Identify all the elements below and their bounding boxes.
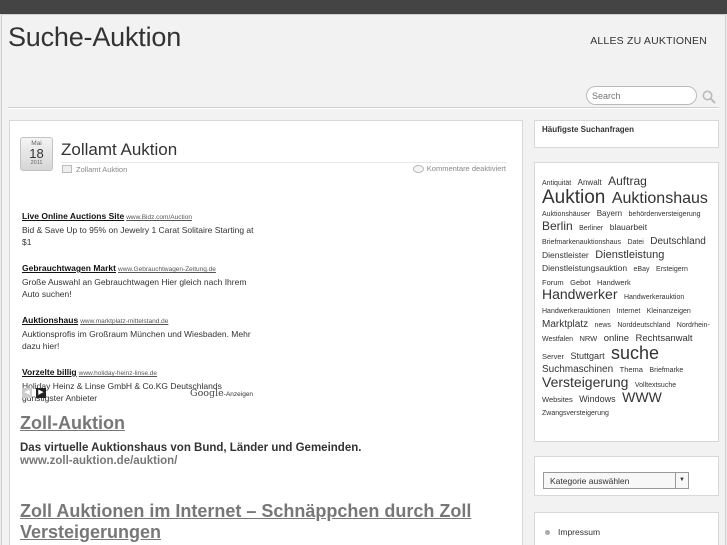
comments-status: Kommentare deaktiviert (426, 164, 506, 173)
ad-url-link[interactable]: www.holiday-heinz-linse.de (79, 370, 157, 377)
widget-searches: Häufigste Suchanfragen (534, 120, 719, 148)
bullet-icon (545, 529, 550, 535)
tag-link[interactable]: news (595, 322, 611, 329)
tag-link[interactable]: Handwerkerauktionen (542, 308, 610, 315)
tag-cloud: Antiquität Anwalt Auftrag Auktion Auktio… (542, 175, 714, 419)
tag-link[interactable]: Auktionshaus (612, 190, 708, 207)
tag-link[interactable]: Auftrag (608, 174, 647, 188)
chevron-right-icon[interactable]: ▶ (36, 388, 46, 398)
ad-url-link[interactable]: www.Bidz.com/Auction (126, 214, 192, 221)
tag-link[interactable]: Internet (617, 308, 641, 315)
ad-url-link[interactable]: www.Gebrauchtwagen-Zeitung.de (118, 266, 216, 273)
ad-title-link[interactable]: Live Online Auctions Site (22, 211, 124, 221)
chevron-left-icon[interactable]: ◀ (22, 388, 32, 398)
ad-attribution[interactable]: Google-Anzeigen (190, 388, 253, 399)
ad-item: Auktionshaus www.marktplatz-mittelstand.d… (22, 310, 262, 352)
tag-link[interactable]: blauarbeit (610, 222, 647, 232)
category-select[interactable]: Kategorie auswählen ▼ (543, 472, 689, 489)
category-select-value: Kategorie auswählen (550, 476, 630, 486)
category-link[interactable]: Zollamt Auktion (76, 165, 127, 174)
ad-text: Bid & Save Up to 95% on Jewelry 1 Carat … (22, 225, 254, 247)
date-year: 2011 (30, 160, 43, 166)
tag-link[interactable]: Websites (542, 395, 573, 404)
tag-link[interactable]: Norddeutschland (617, 322, 670, 329)
tag-link[interactable]: Stuttgart (571, 351, 605, 361)
tag-link[interactable]: NRW (579, 334, 597, 343)
tag-link[interactable]: Volltextsuche (635, 382, 676, 389)
tag-link[interactable]: eBay (634, 266, 650, 273)
tag-link[interactable]: Deutschland (650, 236, 706, 247)
main-content: Mai 18 2011 Zollamt Auktion Zollamt Aukt… (9, 120, 523, 545)
tag-link[interactable]: Dienstleister (542, 250, 589, 260)
ad-suffix: -Anzeigen (223, 391, 254, 398)
post-category: Zollamt Auktion (62, 164, 127, 174)
tag-link[interactable]: Thema (620, 365, 643, 374)
tag-link[interactable]: Auktionshäuser (542, 211, 590, 218)
article-url: www.zoll-auktion.de/auktion/ (20, 455, 178, 467)
tag-link[interactable]: Dienstleistung (595, 249, 664, 261)
tag-link[interactable]: Versteigerung (542, 374, 628, 390)
nav-link-alles-zu-auktionen[interactable]: ALLES ZU AUKTIONEN (590, 35, 707, 47)
tag-link[interactable]: Windows (579, 394, 616, 404)
tag-link[interactable]: Zwangsversteigerung (542, 410, 609, 417)
page-link-impressum[interactable]: Impressum (558, 527, 600, 537)
ad-text: Auktionsprofis im Großraum München und W… (22, 329, 251, 351)
ad-url-link[interactable]: www.marktplatz-mittelstand.de (80, 318, 168, 325)
tag-link[interactable]: WWW (622, 389, 662, 405)
tag-link[interactable]: Datei (627, 239, 643, 246)
tag-link[interactable]: Briefmarkenauktionshaus (542, 239, 621, 246)
tag-link[interactable]: Berliner (579, 225, 603, 232)
search-icon[interactable] (702, 90, 716, 104)
post-title[interactable]: Zollamt Auktion (61, 140, 177, 160)
date-badge: Mai 18 2011 (20, 137, 53, 171)
title-rule (61, 162, 507, 163)
site-title[interactable]: Suche-Auktion (8, 22, 181, 53)
widget-tag-cloud: Antiquität Anwalt Auftrag Auktion Auktio… (534, 162, 719, 442)
tag-link[interactable]: Briefmarke (649, 367, 683, 374)
ad-pager: ◀ ▶ (22, 388, 50, 398)
tag-link[interactable]: Dienstleistungsauktion (542, 263, 627, 273)
date-day: 18 (29, 146, 44, 161)
top-bar (0, 0, 727, 14)
ad-text: Große Auswahl an Gebrauchtwagen Hier gle… (22, 277, 247, 299)
ad-title-link[interactable]: Auktionshaus (22, 315, 78, 325)
tag-link[interactable]: Bayern (597, 209, 622, 218)
tag-link[interactable]: Antiquität (542, 180, 571, 187)
tag-link[interactable]: behördenversteigerung (629, 211, 701, 218)
article-heading-zoll-auktion[interactable]: Zoll-Auktion (20, 413, 125, 434)
article-description: Das virtuelle Auktionshaus von Bund, Län… (20, 442, 362, 454)
widget-title-searches: Häufigste Suchanfragen (542, 125, 635, 134)
ad-block: Live Online Auctions Site www.Bidz.com/Au… (22, 206, 262, 414)
tag-link[interactable]: suche (611, 343, 659, 363)
folder-icon (62, 165, 72, 173)
post-comments: Kommentare deaktiviert (412, 164, 506, 173)
widget-categories: Kategorie auswählen ▼ (534, 456, 719, 496)
tag-link[interactable]: Anwalt (578, 178, 602, 187)
widget-pages: Impressum (534, 512, 719, 545)
tag-link[interactable]: Handwerker (542, 286, 617, 302)
ad-title-link[interactable]: Vorzelte billig (22, 367, 77, 377)
ad-item: Live Online Auctions Site www.Bidz.com/Au… (22, 206, 262, 248)
tag-link[interactable]: Server (542, 352, 564, 361)
tag-link[interactable]: Ersteigern (656, 266, 688, 273)
header-divider (8, 107, 719, 109)
ad-title-link[interactable]: Gebrauchtwagen Markt (22, 263, 116, 273)
chevron-down-icon[interactable]: ▼ (675, 473, 688, 488)
comment-icon (412, 164, 424, 173)
ad-brand: Google (190, 388, 224, 399)
tag-link[interactable]: Auktion (542, 187, 605, 208)
search-input[interactable] (586, 86, 697, 105)
tag-link[interactable]: Kleinanzeigen (647, 308, 691, 315)
page-list-item: Impressum (545, 527, 600, 537)
tag-link[interactable]: Berlin (542, 219, 573, 233)
article-heading-zoll-auktionen[interactable]: Zoll Auktionen im Internet – Schnäppchen… (20, 501, 500, 543)
tag-link[interactable]: Marktplatz (542, 319, 588, 330)
tag-link[interactable]: Handwerkerauktion (624, 294, 684, 301)
ad-item: Gebrauchtwagen Markt www.Gebrauchtwagen-Z… (22, 258, 262, 300)
